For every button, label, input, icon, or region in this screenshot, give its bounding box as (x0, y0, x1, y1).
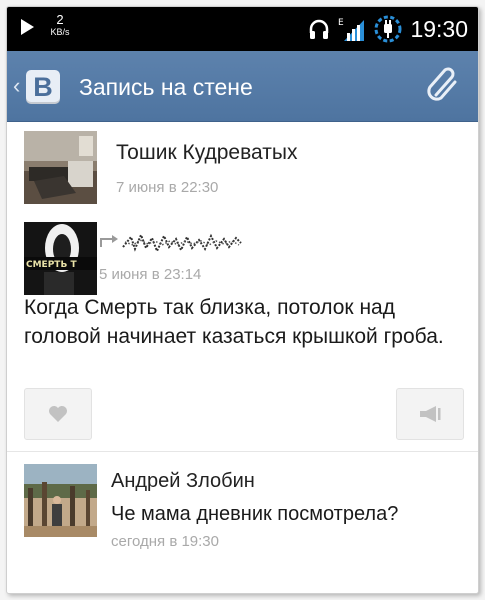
headphones-icon (310, 19, 329, 39)
app-header: ‹ B Запись на стене (7, 51, 478, 122)
network-speed: 2 KB/s (45, 12, 75, 37)
back-chevron-icon[interactable]: ‹ (13, 75, 20, 97)
repost-date: 5 июня в 23:14 (99, 266, 202, 283)
vk-logo[interactable]: B (26, 70, 60, 104)
usb-icon (374, 15, 402, 43)
play-icon (21, 19, 34, 35)
repost-avatar[interactable]: СМЕРТЬ Т (24, 222, 97, 295)
author-avatar[interactable] (24, 131, 97, 204)
megaphone-icon (420, 406, 441, 422)
post-date: 7 июня в 22:30 (116, 179, 219, 196)
post-author-name[interactable]: Тошик Кудреватых (116, 140, 297, 166)
status-time: 19:30 (410, 16, 468, 42)
svg-text:E: E (338, 18, 344, 28)
comment-author-avatar[interactable] (24, 464, 97, 537)
signal-icon: E (338, 18, 365, 41)
repost-avatar-caption: СМЕРТЬ Т (26, 260, 77, 270)
network-speed-value: 2 (56, 12, 64, 27)
comment-text: Че мама дневник посмотрела? (111, 503, 399, 525)
page-title: Запись на стене (79, 74, 253, 100)
network-speed-unit: KB/s (50, 27, 70, 37)
censored-name-scribble (122, 232, 242, 254)
status-bar: 2 KB/s E 19:30 (7, 7, 478, 51)
comment-author-name[interactable]: Андрей Злобин (111, 468, 255, 494)
phone-screen: 2 KB/s E 19:30 ‹ B Запись на стене Тошик… (6, 6, 479, 594)
comment-date: сегодня в 19:30 (111, 533, 219, 550)
post-text: Когда Смерть так близка, потолок над гол… (24, 296, 444, 348)
heart-icon (49, 406, 67, 422)
repost-arrow-icon (100, 235, 118, 247)
like-button[interactable] (24, 388, 92, 440)
comment-divider (7, 451, 478, 452)
paperclip-icon[interactable] (424, 65, 464, 105)
share-button[interactable] (396, 388, 464, 440)
